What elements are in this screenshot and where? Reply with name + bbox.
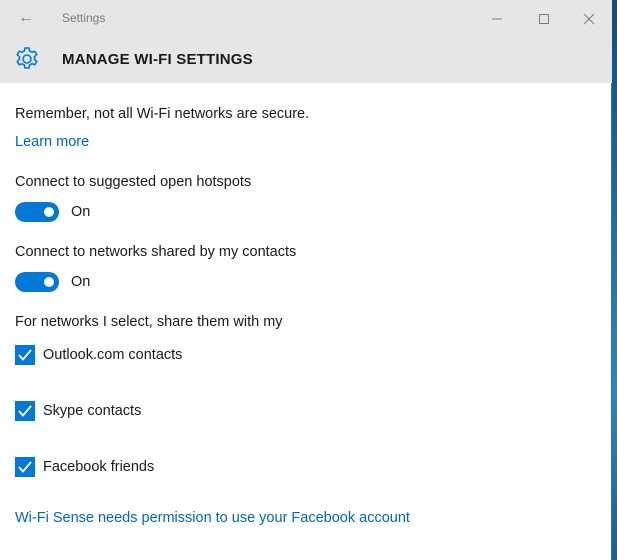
facebook-friends-label: Facebook friends [43, 459, 155, 475]
back-arrow-icon: ← [18, 9, 34, 26]
page-header: MANAGE WI-FI SETTINGS [0, 36, 612, 83]
share-label: For networks I select, share them with m… [15, 314, 283, 330]
maximize-button[interactable] [521, 6, 567, 32]
hotspots-toggle[interactable] [15, 202, 59, 222]
minimize-button[interactable] [474, 6, 520, 32]
outlook-contacts-label: Outlook.com contacts [43, 347, 183, 363]
security-warning: Remember, not all Wi-Fi networks are sec… [15, 106, 310, 122]
maximize-icon [539, 14, 549, 24]
contacts-networks-label: Connect to networks shared by my contact… [15, 244, 297, 260]
close-icon [583, 13, 595, 25]
facebook-permission-link[interactable]: Wi-Fi Sense needs permission to use your… [15, 510, 410, 526]
toggle-knob [44, 277, 54, 287]
facebook-friends-checkbox[interactable] [15, 457, 35, 477]
page-title: MANAGE WI-FI SETTINGS [62, 51, 253, 68]
checkmark-icon [18, 461, 32, 473]
contacts-networks-toggle[interactable] [15, 272, 59, 292]
desktop-background [612, 0, 617, 560]
gear-icon [16, 47, 38, 69]
minimize-icon [492, 18, 502, 20]
close-button[interactable] [566, 6, 612, 32]
contacts-networks-toggle-state: On [71, 274, 91, 290]
checkmark-icon [18, 349, 32, 361]
learn-more-link[interactable]: Learn more [15, 134, 89, 150]
back-button[interactable]: ← [14, 8, 38, 28]
toggle-knob [44, 207, 54, 217]
title-bar: ← Settings [0, 0, 612, 36]
checkmark-icon [18, 405, 32, 417]
hotspots-toggle-state: On [71, 204, 91, 220]
skype-contacts-checkbox[interactable] [15, 401, 35, 421]
window-title: Settings [62, 11, 106, 25]
settings-window: ← Settings MANAGE WI-FI SETTINGS Remembe… [0, 0, 612, 560]
outlook-contacts-checkbox[interactable] [15, 345, 35, 365]
hotspots-label: Connect to suggested open hotspots [15, 174, 252, 190]
skype-contacts-label: Skype contacts [43, 403, 142, 419]
